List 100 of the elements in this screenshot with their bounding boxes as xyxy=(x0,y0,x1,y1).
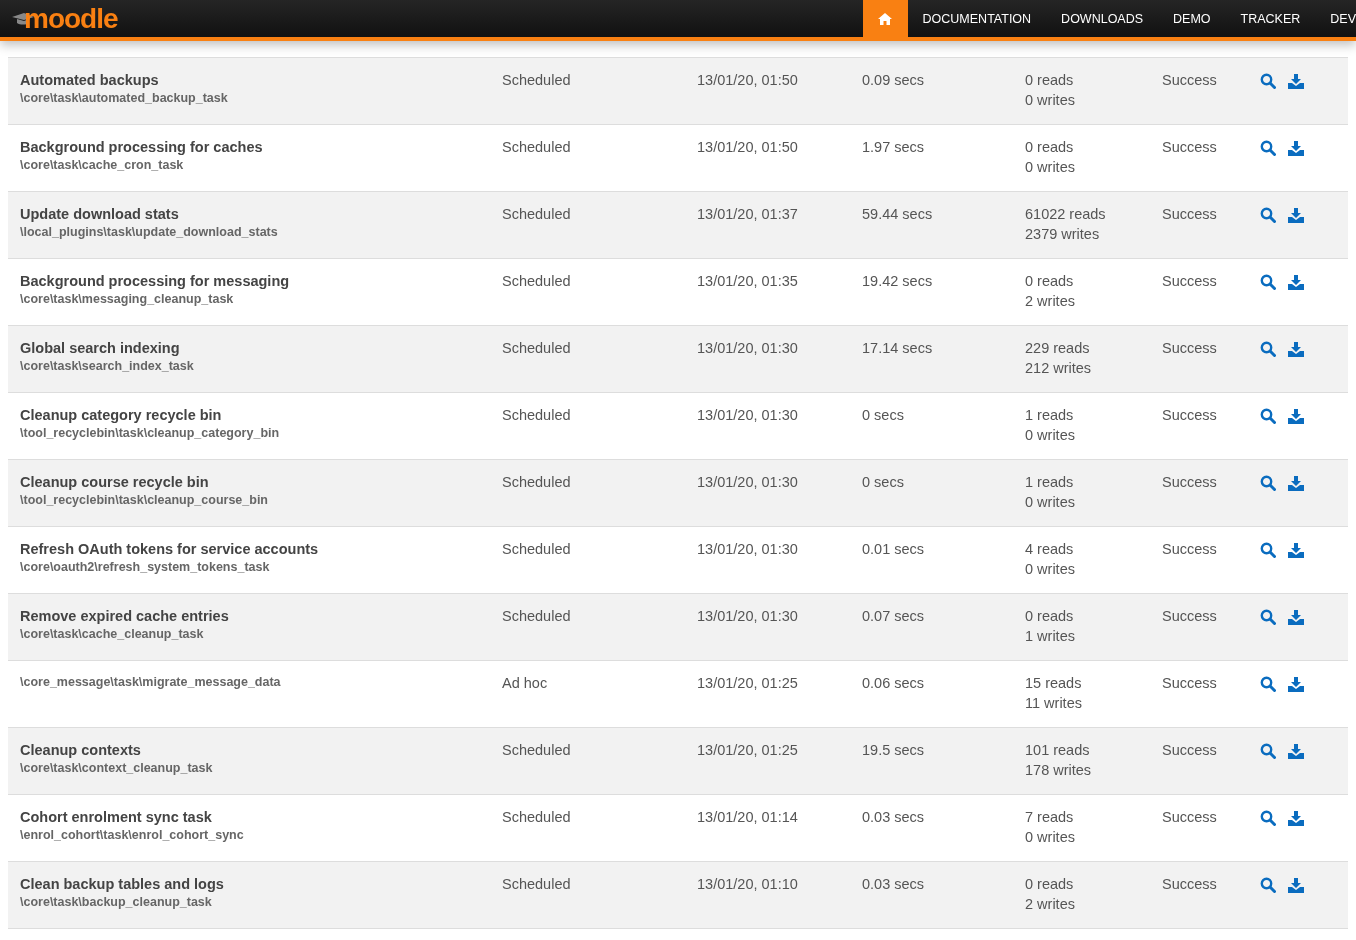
task-name: Cleanup course recycle bin xyxy=(20,474,210,490)
task-classname: \enrol_cohort\task\enrol_cohort_sync xyxy=(20,828,245,842)
task-name: Refresh OAuth tokens for service accounts xyxy=(20,541,320,557)
db-writes: 0 writes xyxy=(1025,561,1075,577)
view-log-link[interactable] xyxy=(1260,475,1276,491)
home-button[interactable] xyxy=(862,0,908,37)
view-log-link[interactable] xyxy=(1260,810,1276,826)
result: Success xyxy=(1162,273,1218,289)
task-name: Clean backup tables and logs xyxy=(20,876,225,892)
download-icon xyxy=(1288,877,1304,893)
download-icon xyxy=(1288,408,1304,424)
task-classname: \core_message\task\migrate_message_data xyxy=(20,675,282,689)
task-classname: \local_plugins\task\update_download_stats xyxy=(20,225,279,239)
view-log-link[interactable] xyxy=(1260,207,1276,223)
last-run-time: 13/01/20, 01:35 xyxy=(697,273,799,289)
search-icon xyxy=(1260,676,1276,692)
search-icon xyxy=(1260,609,1276,625)
download-icon xyxy=(1288,810,1304,826)
db-writes: 11 writes xyxy=(1025,695,1082,711)
logo: moodle xyxy=(24,4,118,33)
task-name: Remove expired cache entries xyxy=(20,608,230,624)
duration: 1.97 secs xyxy=(862,139,926,155)
download-log-link[interactable] xyxy=(1288,810,1304,826)
download-log-link[interactable] xyxy=(1288,542,1304,558)
search-icon xyxy=(1260,475,1276,491)
result: Success xyxy=(1162,675,1218,691)
nav-link[interactable]: DEMO xyxy=(1158,0,1226,37)
view-log-link[interactable] xyxy=(1260,743,1276,759)
db-reads: 0 reads xyxy=(1025,72,1074,88)
db-writes: 2 writes xyxy=(1025,293,1075,309)
last-run-time: 13/01/20, 01:25 xyxy=(697,742,799,758)
db-writes: 2379 writes xyxy=(1025,226,1100,242)
view-log-link[interactable] xyxy=(1260,274,1276,290)
download-log-link[interactable] xyxy=(1288,207,1304,223)
result: Success xyxy=(1162,474,1218,490)
duration: 17.14 secs xyxy=(862,340,934,356)
db-reads: 0 reads xyxy=(1025,876,1074,892)
task-type: Scheduled xyxy=(502,407,572,423)
nav-link[interactable]: TRACKER xyxy=(1225,0,1316,37)
task-type: Scheduled xyxy=(502,139,572,155)
task-name: Cleanup category recycle bin xyxy=(20,407,223,423)
download-log-link[interactable] xyxy=(1288,877,1304,893)
result: Success xyxy=(1162,608,1218,624)
db-reads: 61022 reads xyxy=(1025,206,1106,222)
last-run-time: 13/01/20, 01:30 xyxy=(697,474,799,490)
db-writes: 2 writes xyxy=(1025,896,1075,912)
search-icon xyxy=(1260,877,1276,893)
view-log-link[interactable] xyxy=(1260,676,1276,692)
task-type: Scheduled xyxy=(502,876,572,892)
download-icon xyxy=(1288,743,1304,759)
db-reads: 229 reads xyxy=(1025,340,1090,356)
task-classname: \core\task\context_cleanup_task xyxy=(20,761,214,775)
db-reads: 0 reads xyxy=(1025,608,1074,624)
result: Success xyxy=(1162,407,1218,423)
download-log-link[interactable] xyxy=(1288,274,1304,290)
download-log-link[interactable] xyxy=(1288,140,1304,156)
task-type: Scheduled xyxy=(502,273,572,289)
view-log-link[interactable] xyxy=(1260,73,1276,89)
last-run-time: 13/01/20, 01:30 xyxy=(697,541,799,557)
download-log-link[interactable] xyxy=(1288,676,1304,692)
search-icon xyxy=(1260,341,1276,357)
last-run-time: 13/01/20, 01:30 xyxy=(697,407,799,423)
task-classname: \core\task\backup_cleanup_task xyxy=(20,895,213,909)
search-icon xyxy=(1260,274,1276,290)
duration: 0.03 secs xyxy=(862,809,926,825)
download-log-link[interactable] xyxy=(1288,408,1304,424)
last-run-time: 13/01/20, 01:25 xyxy=(697,675,799,691)
view-log-link[interactable] xyxy=(1260,408,1276,424)
download-log-link[interactable] xyxy=(1288,341,1304,357)
view-log-link[interactable] xyxy=(1260,542,1276,558)
result: Success xyxy=(1162,876,1218,892)
task-classname: \core\task\cache_cron_task xyxy=(20,158,185,172)
nav-link[interactable]: DEV xyxy=(1315,0,1356,37)
result: Success xyxy=(1162,809,1218,825)
view-log-link[interactable] xyxy=(1260,341,1276,357)
task-classname: \core\task\cache_cleanup_task xyxy=(20,627,205,641)
nav-link[interactable]: DOCUMENTATION xyxy=(907,0,1047,37)
task-type: Scheduled xyxy=(502,340,572,356)
duration: 59.44 secs xyxy=(862,206,934,222)
last-run-time: 13/01/20, 01:50 xyxy=(697,139,799,155)
view-log-link[interactable] xyxy=(1260,140,1276,156)
view-log-link[interactable] xyxy=(1260,877,1276,893)
task-classname: \core\task\search_index_task xyxy=(20,359,195,373)
task-type: Scheduled xyxy=(502,809,572,825)
download-icon xyxy=(1288,140,1304,156)
download-log-link[interactable] xyxy=(1288,609,1304,625)
duration: 19.5 secs xyxy=(862,742,926,758)
download-log-link[interactable] xyxy=(1288,73,1304,89)
download-icon xyxy=(1288,73,1304,89)
task-name: Background processing for messaging xyxy=(20,273,291,289)
nav-link[interactable]: DOWNLOADS xyxy=(1046,0,1159,37)
download-log-link[interactable] xyxy=(1288,475,1304,491)
download-icon xyxy=(1288,207,1304,223)
search-icon xyxy=(1260,810,1276,826)
download-log-link[interactable] xyxy=(1288,743,1304,759)
result: Success xyxy=(1162,72,1218,88)
view-log-link[interactable] xyxy=(1260,609,1276,625)
search-icon xyxy=(1260,73,1276,89)
db-writes: 212 writes xyxy=(1025,360,1092,376)
db-reads: 4 reads xyxy=(1025,541,1074,557)
